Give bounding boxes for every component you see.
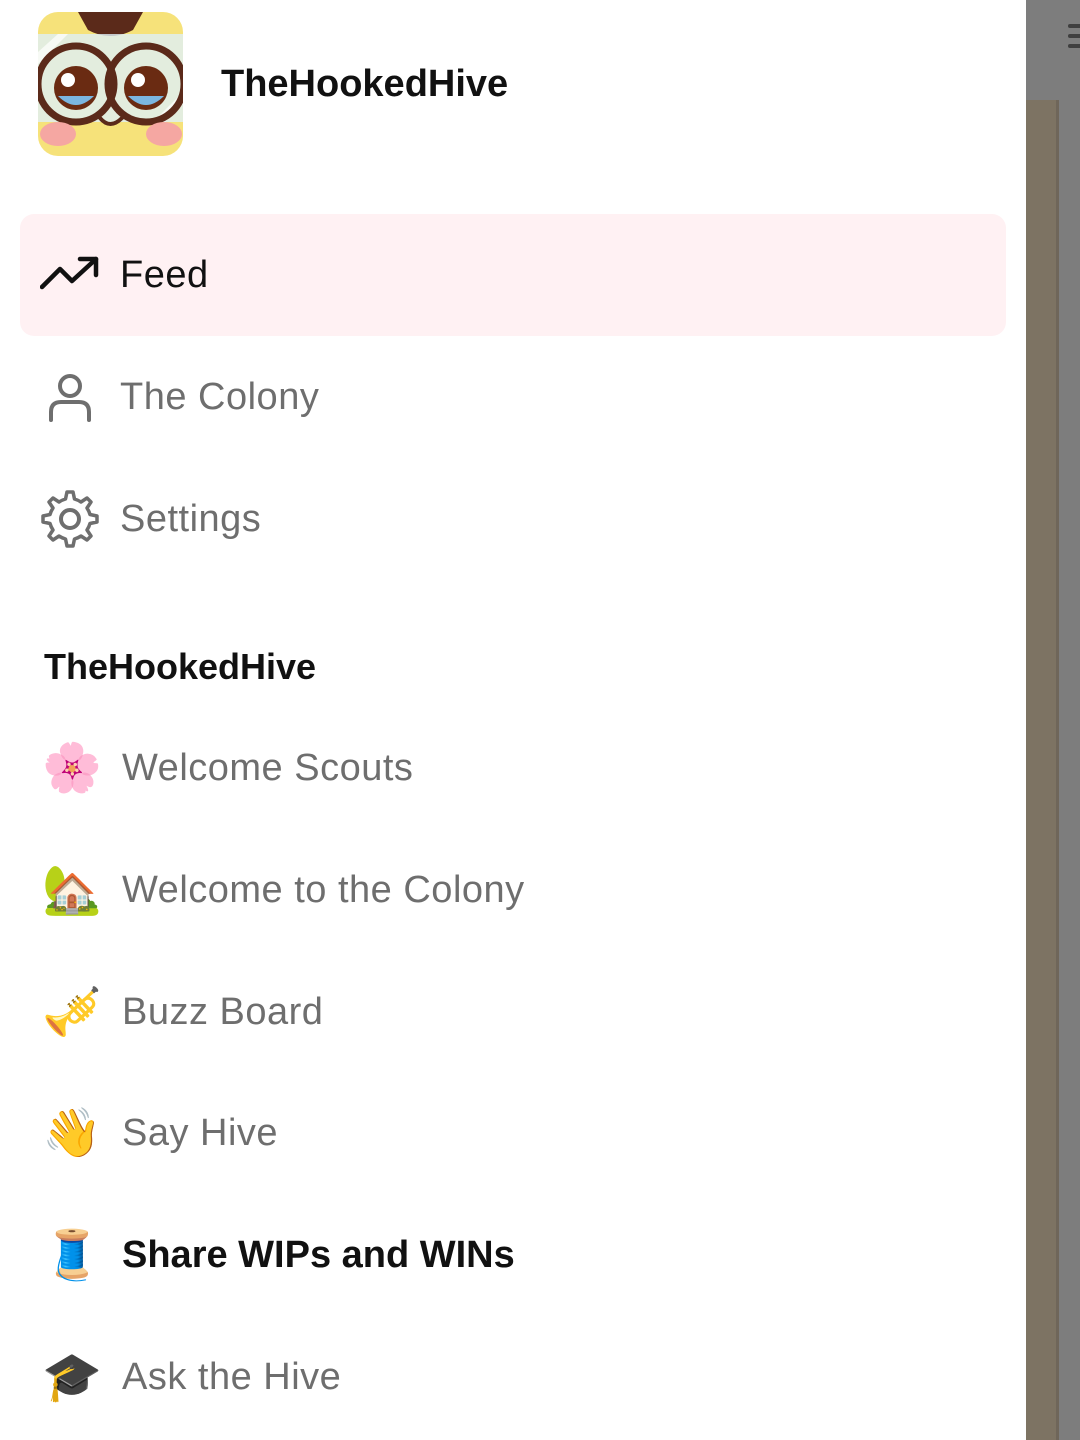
trending-up-icon [40, 245, 100, 305]
app-screen: TheHookedHive Feed The Colony Settings T… [0, 0, 1080, 1440]
channel-welcome-scouts[interactable]: 🌸 Welcome Scouts [20, 707, 1006, 829]
nav-item-settings[interactable]: Settings [20, 458, 1006, 580]
channel-label: Ask the Hive [122, 1355, 342, 1398]
nav-label: The Colony [120, 375, 320, 418]
background-content [1026, 100, 1056, 1440]
thread-spool-icon: 🧵 [42, 1227, 102, 1283]
graduation-cap-icon: 🎓 [42, 1349, 102, 1405]
navigation-drawer: TheHookedHive Feed The Colony Settings T… [0, 0, 1026, 1440]
hamburger-menu-icon[interactable] [1040, 22, 1080, 52]
channel-buzz-board[interactable]: 🎺 Buzz Board [20, 951, 1006, 1073]
community-logo[interactable] [38, 12, 183, 156]
channel-share-wips-and-wins[interactable]: 🧵 Share WIPs and WINs [20, 1194, 1006, 1316]
nav-item-the-colony[interactable]: The Colony [20, 336, 1006, 458]
nav-label: Settings [120, 497, 262, 540]
channel-label: Welcome to the Colony [122, 868, 525, 911]
trumpet-icon: 🎺 [42, 984, 102, 1040]
person-icon [40, 367, 100, 427]
drawer-header: TheHookedHive [38, 12, 998, 156]
section-title: TheHookedHive [44, 646, 317, 687]
drawer-scrim[interactable] [1026, 0, 1080, 1440]
nav-label: Feed [120, 253, 209, 296]
channel-label: Say Hive [122, 1111, 279, 1154]
nav-item-feed[interactable]: Feed [20, 214, 1006, 336]
house-garden-icon: 🏡 [42, 862, 102, 918]
waving-hand-icon: 👋 [42, 1105, 102, 1161]
channel-label: Welcome Scouts [122, 746, 414, 789]
channel-ask-the-hive[interactable]: 🎓 Ask the Hive [20, 1316, 1006, 1438]
channel-welcome-to-the-colony[interactable]: 🏡 Welcome to the Colony [20, 829, 1006, 951]
owl-logo-icon [38, 12, 183, 156]
gear-icon [40, 489, 100, 549]
community-name: TheHookedHive [221, 62, 509, 105]
channel-label: Share WIPs and WINs [122, 1233, 515, 1276]
channel-label: Buzz Board [122, 990, 324, 1033]
channel-say-hive[interactable]: 👋 Say Hive [20, 1072, 1006, 1194]
cherry-blossom-icon: 🌸 [42, 740, 102, 796]
background-divider [1056, 100, 1059, 1440]
